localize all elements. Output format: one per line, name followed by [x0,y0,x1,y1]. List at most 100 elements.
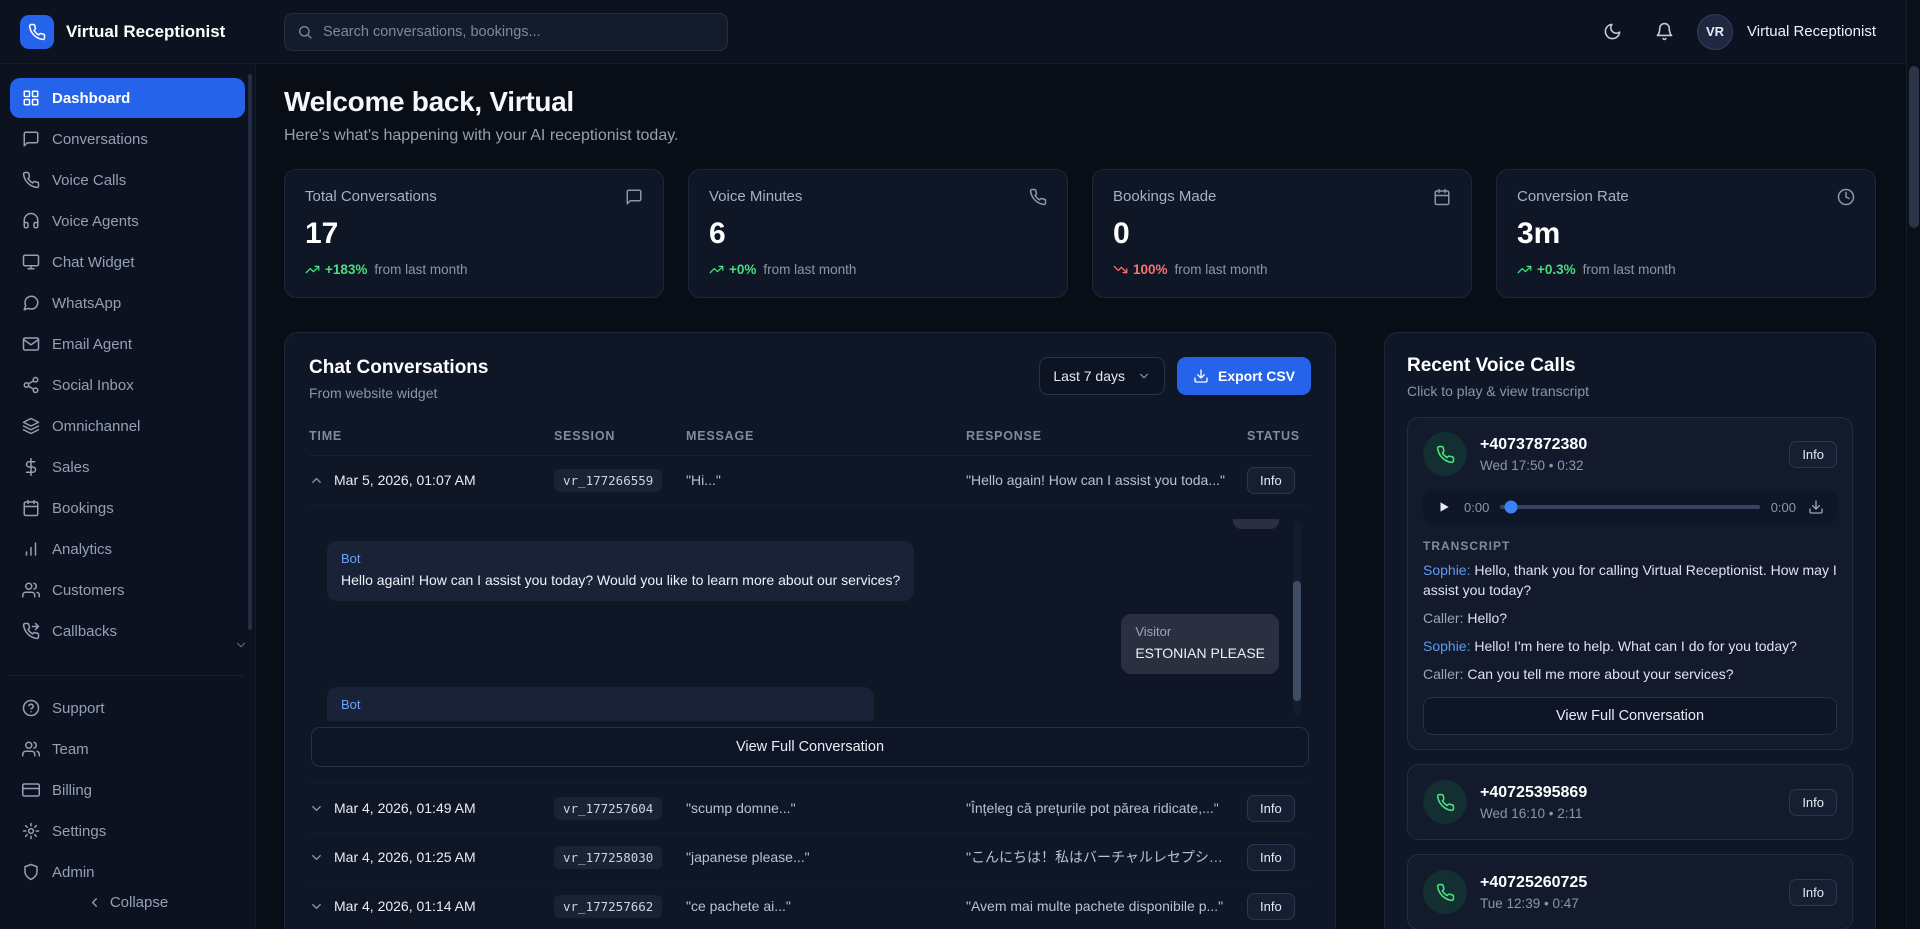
sidebar-item-social-inbox[interactable]: Social Inbox [10,365,245,405]
sidebar-item-chat-widget[interactable]: Chat Widget [10,242,245,282]
theme-toggle-button[interactable] [1593,13,1631,51]
view-full-conversation-button[interactable]: View Full Conversation [311,727,1309,767]
sidebar-scrollbar[interactable] [248,74,252,630]
sidebar-item-billing[interactable]: Billing [10,770,245,810]
sidebar-item-bookings[interactable]: Bookings [10,488,245,528]
column-status: STATUS [1247,429,1311,443]
sidebar-item-label: Customers [52,582,125,599]
search-icon [297,24,313,40]
sidebar-item-label: Team [52,741,89,758]
sidebar-item-admin[interactable]: Admin [10,852,245,892]
sidebar-item-omnichannel[interactable]: Omnichannel [10,406,245,446]
phone-icon [1436,793,1455,812]
sidebar-item-customers[interactable]: Customers [10,570,245,610]
dollar-icon [22,458,40,476]
sidebar-item-label: Billing [52,782,92,799]
users-icon [22,740,40,758]
row-message: "Hi..." [686,472,966,488]
stat-label: Bookings Made [1113,188,1216,205]
phone-callback-icon [22,622,40,640]
page-scrollbar[interactable] [1906,0,1920,929]
conversation-scrollbar-thumb[interactable] [1293,581,1301,701]
conversation-scroll-area[interactable]: Bot Hello again! How can I assist you to… [311,515,1309,721]
call-number: +40725395869 [1480,784,1587,802]
sidebar-item-voice-agents[interactable]: Voice Agents [10,201,245,241]
info-badge[interactable]: Info [1789,789,1837,816]
stat-card-conversion-rate: Conversion Rate 3m +0.3%from last month [1496,169,1876,298]
topbar: Virtual Receptionist VR Virtual Receptio… [0,0,1920,64]
voice-call-card-expanded: +40737872380 Wed 17:50 • 0:32 Info 0:00 … [1407,417,1853,750]
sidebar-item-voice-calls[interactable]: Voice Calls [10,160,245,200]
avatar[interactable]: VR [1697,14,1733,50]
seek-slider-thumb[interactable] [1504,501,1517,514]
sidebar-item-analytics[interactable]: Analytics [10,529,245,569]
moon-icon [1603,22,1622,41]
voice-call-card[interactable]: +40725395869 Wed 16:10 • 2:11 Info [1407,764,1853,840]
seek-slider[interactable] [1500,505,1759,509]
search-input[interactable] [323,24,715,40]
sidebar-item-whatsapp[interactable]: WhatsApp [10,283,245,323]
brand[interactable]: Virtual Receptionist [0,15,256,49]
stat-value: 3m [1517,217,1855,251]
sidebar: Dashboard Conversations Voice Calls Voic… [0,64,256,929]
page-scrollbar-thumb[interactable] [1909,66,1919,228]
calendar-icon [1433,188,1451,206]
phone-icon [1436,445,1455,464]
call-meta: Wed 17:50 • 0:32 [1480,458,1587,473]
sidebar-item-label: Omnichannel [52,418,140,435]
sidebar-item-sales[interactable]: Sales [10,447,245,487]
stat-label: Conversion Rate [1517,188,1629,205]
user-name: Virtual Receptionist [1747,23,1876,40]
call-phone-badge [1423,780,1467,824]
sidebar-item-label: Email Agent [52,336,132,353]
global-search[interactable] [284,13,728,51]
message-text: ESTONIAN PLEASE [1135,644,1265,663]
play-button[interactable] [1435,498,1453,516]
sidebar-secondary-nav: Support Team Billing Settings Admin [10,675,245,892]
transcript-line: Caller: Can you tell me more about your … [1423,665,1837,685]
date-range-select[interactable]: Last 7 days [1039,357,1165,395]
app-root: Virtual Receptionist VR Virtual Receptio… [0,0,1920,929]
download-recording-button[interactable] [1807,498,1825,516]
sidebar-item-label: Voice Calls [52,172,126,189]
info-badge[interactable]: Info [1247,467,1295,494]
clock-icon [1837,188,1855,206]
collapse-button[interactable]: Collapse [10,892,245,913]
sidebar-item-conversations[interactable]: Conversations [10,119,245,159]
chevron-down-icon [234,638,248,652]
app-logo [20,15,54,49]
bell-icon [1655,22,1674,41]
info-badge[interactable]: Info [1789,441,1837,468]
row-time: Mar 4, 2026, 01:25 AM [334,849,476,865]
stat-label: Total Conversations [305,188,437,205]
sidebar-item-team[interactable]: Team [10,729,245,769]
notifications-button[interactable] [1645,13,1683,51]
table-row[interactable]: Mar 4, 2026, 01:25 AM vr_177258030 "japa… [309,833,1311,882]
sidebar-item-support[interactable]: Support [10,688,245,728]
session-id: vr_177257662 [554,895,662,918]
main-content: Welcome back, Virtual Here's what's happ… [256,64,1920,929]
info-badge[interactable]: Info [1789,879,1837,906]
transcript-speaker: Sophie: [1423,562,1470,578]
voice-call-card[interactable]: +40725260725 Tue 12:39 • 0:47 Info [1407,854,1853,929]
table-row[interactable]: Mar 5, 2026, 01:07 AM vr_177266559 "Hi..… [309,456,1311,505]
sidebar-item-label: Voice Agents [52,213,139,230]
info-badge[interactable]: Info [1247,844,1295,871]
info-badge[interactable]: Info [1247,795,1295,822]
export-csv-button[interactable]: Export CSV [1177,357,1311,395]
table-row[interactable]: Mar 4, 2026, 01:49 AM vr_177257604 "scum… [309,784,1311,833]
sidebar-item-settings[interactable]: Settings [10,811,245,851]
trend-up-icon [305,262,320,277]
transcript-text: Can you tell me more about your services… [1467,666,1733,682]
sidebar-nav: Dashboard Conversations Voice Calls Voic… [10,78,245,651]
trend-up-icon [1517,262,1532,277]
view-full-conversation-button[interactable]: View Full Conversation [1423,697,1837,735]
stat-label: Voice Minutes [709,188,802,205]
sidebar-item-label: Settings [52,823,106,840]
sidebar-item-callbacks[interactable]: Callbacks [10,611,245,651]
info-badge[interactable]: Info [1247,893,1295,920]
table-row[interactable]: Mar 4, 2026, 01:14 AM vr_177257662 "ce p… [309,882,1311,929]
sidebar-item-label: Chat Widget [52,254,135,271]
sidebar-item-email-agent[interactable]: Email Agent [10,324,245,364]
sidebar-item-dashboard[interactable]: Dashboard [10,78,245,118]
